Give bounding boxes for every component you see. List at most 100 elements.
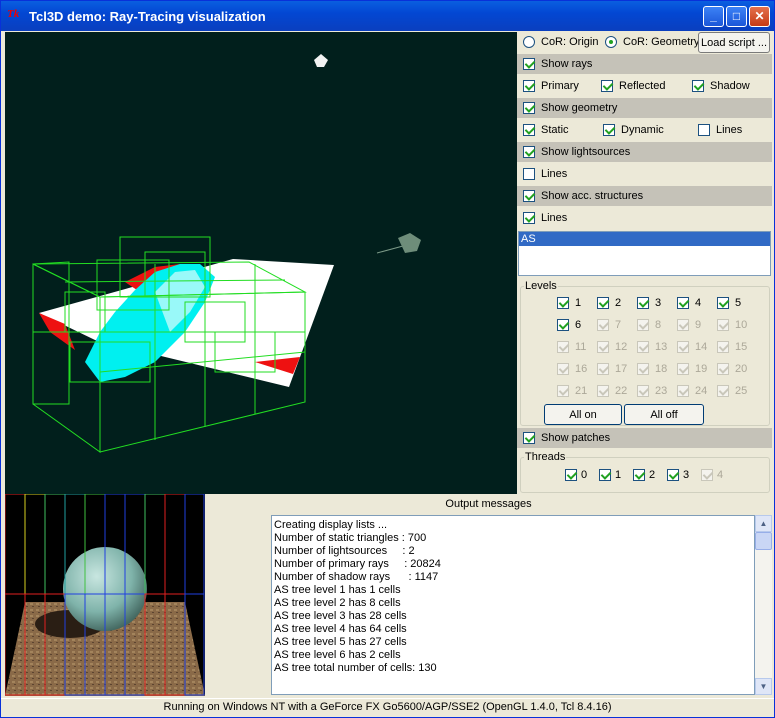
list-item[interactable]: AS (519, 232, 770, 246)
acc-lines-checkbox[interactable]: Lines (523, 212, 567, 224)
level-20-checkbox[interactable]: 20 (717, 363, 747, 375)
output-line: AS tree level 1 has 1 cells (274, 584, 401, 596)
level-13-checkbox[interactable]: 13 (637, 341, 667, 353)
shadow-checkbox[interactable]: Shadow (692, 80, 750, 92)
level-9-checkbox[interactable]: 9 (677, 319, 701, 331)
thread-0-checkbox[interactable]: 0 (565, 469, 587, 481)
checkbox-icon (523, 432, 535, 444)
level-11-checkbox[interactable]: 11 (557, 341, 586, 353)
level-3-checkbox[interactable]: 3 (637, 297, 661, 309)
level-2-checkbox[interactable]: 2 (597, 297, 621, 309)
level-8-checkbox[interactable]: 8 (637, 319, 661, 331)
thread-1-checkbox[interactable]: 1 (599, 469, 621, 481)
maximize-button[interactable]: □ (726, 6, 747, 27)
thread-2-checkbox[interactable]: 2 (633, 469, 655, 481)
3d-viewport[interactable] (5, 32, 517, 494)
checkbox-icon (677, 385, 689, 397)
load-script-button[interactable]: Load script ... (698, 32, 770, 53)
level-12-checkbox[interactable]: 12 (597, 341, 627, 353)
render-preview[interactable] (5, 494, 205, 696)
scroll-up-icon[interactable]: ▲ (755, 515, 772, 532)
tk-icon: Tk (7, 8, 20, 20)
output-title: Output messages (445, 498, 532, 510)
checkbox-icon (599, 469, 611, 481)
level-16-checkbox[interactable]: 16 (557, 363, 587, 375)
checkbox-icon (717, 385, 729, 397)
scroll-thumb[interactable] (755, 532, 772, 550)
level-6-checkbox[interactable]: 6 (557, 319, 581, 331)
dynamic-checkbox[interactable]: Dynamic (603, 124, 664, 136)
level-18-checkbox[interactable]: 18 (637, 363, 667, 375)
level-4-checkbox[interactable]: 4 (677, 297, 701, 309)
thread-3-checkbox[interactable]: 3 (667, 469, 689, 481)
all-off-button[interactable]: All off (624, 404, 704, 425)
checkbox-icon (597, 341, 609, 353)
cor-origin-radio[interactable]: CoR: Origin (523, 36, 598, 48)
control-panel: CoR: Origin CoR: Geometry Load script ..… (517, 32, 772, 494)
checkbox-icon (637, 341, 649, 353)
show-lightsources-checkbox[interactable]: Show lightsources (523, 146, 630, 158)
static-checkbox[interactable]: Static (523, 124, 569, 136)
geometry-lines-checkbox[interactable]: Lines (698, 124, 742, 136)
show-patches-checkbox[interactable]: Show patches (523, 432, 610, 444)
checkbox-icon (601, 80, 613, 92)
title-bar[interactable]: Tk Tcl3D demo: Ray-Tracing visualization… (1, 1, 774, 31)
level-1-checkbox[interactable]: 1 (557, 297, 581, 309)
level-23-checkbox[interactable]: 23 (637, 385, 667, 397)
checkbox-icon (637, 297, 649, 309)
checkbox-icon (523, 212, 535, 224)
output-line: AS tree level 4 has 64 cells (274, 623, 407, 635)
primary-checkbox[interactable]: Primary (523, 80, 579, 92)
output-line: AS tree level 2 has 8 cells (274, 597, 401, 609)
lightsource-lines-checkbox[interactable]: Lines (523, 168, 567, 180)
checkbox-icon (557, 319, 569, 331)
checkbox-icon (557, 385, 569, 397)
output-line: AS tree level 3 has 28 cells (274, 610, 407, 622)
level-25-checkbox[interactable]: 25 (717, 385, 747, 397)
all-on-button[interactable]: All on (544, 404, 622, 425)
show-rays-checkbox[interactable]: Show rays (523, 58, 592, 70)
output-scrollbar[interactable]: ▲ ▼ (755, 515, 772, 695)
thread-4-checkbox[interactable]: 4 (701, 469, 723, 481)
level-22-checkbox[interactable]: 22 (597, 385, 627, 397)
output-line: Number of primary rays : 20824 (274, 558, 441, 570)
checkbox-icon (692, 80, 704, 92)
minimize-button[interactable]: _ (703, 6, 724, 27)
checkbox-icon (597, 297, 609, 309)
output-messages[interactable]: Creating display lists ... Number of stat… (271, 515, 755, 695)
show-acc-structures-checkbox[interactable]: Show acc. structures (523, 190, 643, 202)
level-21-checkbox[interactable]: 21 (557, 385, 587, 397)
checkbox-icon (523, 58, 535, 70)
checkbox-icon (717, 341, 729, 353)
level-17-checkbox[interactable]: 17 (597, 363, 627, 375)
output-line: Number of static triangles : 700 (274, 532, 427, 544)
level-7-checkbox[interactable]: 7 (597, 319, 621, 331)
output-line: AS tree level 5 has 27 cells (274, 636, 407, 648)
level-10-checkbox[interactable]: 10 (717, 319, 747, 331)
checkbox-icon (597, 319, 609, 331)
level-19-checkbox[interactable]: 19 (677, 363, 707, 375)
level-5-checkbox[interactable]: 5 (717, 297, 741, 309)
checkbox-icon (565, 469, 577, 481)
reflected-checkbox[interactable]: Reflected (601, 80, 665, 92)
checkbox-icon (637, 385, 649, 397)
level-24-checkbox[interactable]: 24 (677, 385, 707, 397)
cor-geometry-radio[interactable]: CoR: Geometry (605, 36, 699, 48)
output-line: AS tree total number of cells: 130 (274, 662, 437, 674)
light-source-1 (314, 54, 328, 67)
checkbox-icon (557, 297, 569, 309)
checkbox-icon (523, 168, 535, 180)
structure-list[interactable]: AS (518, 231, 771, 276)
checkbox-icon (717, 363, 729, 375)
level-15-checkbox[interactable]: 15 (717, 341, 747, 353)
checkbox-icon (677, 319, 689, 331)
level-14-checkbox[interactable]: 14 (677, 341, 707, 353)
show-geometry-checkbox[interactable]: Show geometry (523, 102, 617, 114)
scroll-down-icon[interactable]: ▼ (755, 678, 772, 695)
close-button[interactable]: ✕ (749, 6, 770, 27)
checkbox-icon (698, 124, 710, 136)
sphere-render (5, 494, 205, 696)
bottom-panel: Output messages Creating display lists .… (5, 494, 772, 697)
checkbox-icon (597, 385, 609, 397)
checkbox-icon (557, 363, 569, 375)
